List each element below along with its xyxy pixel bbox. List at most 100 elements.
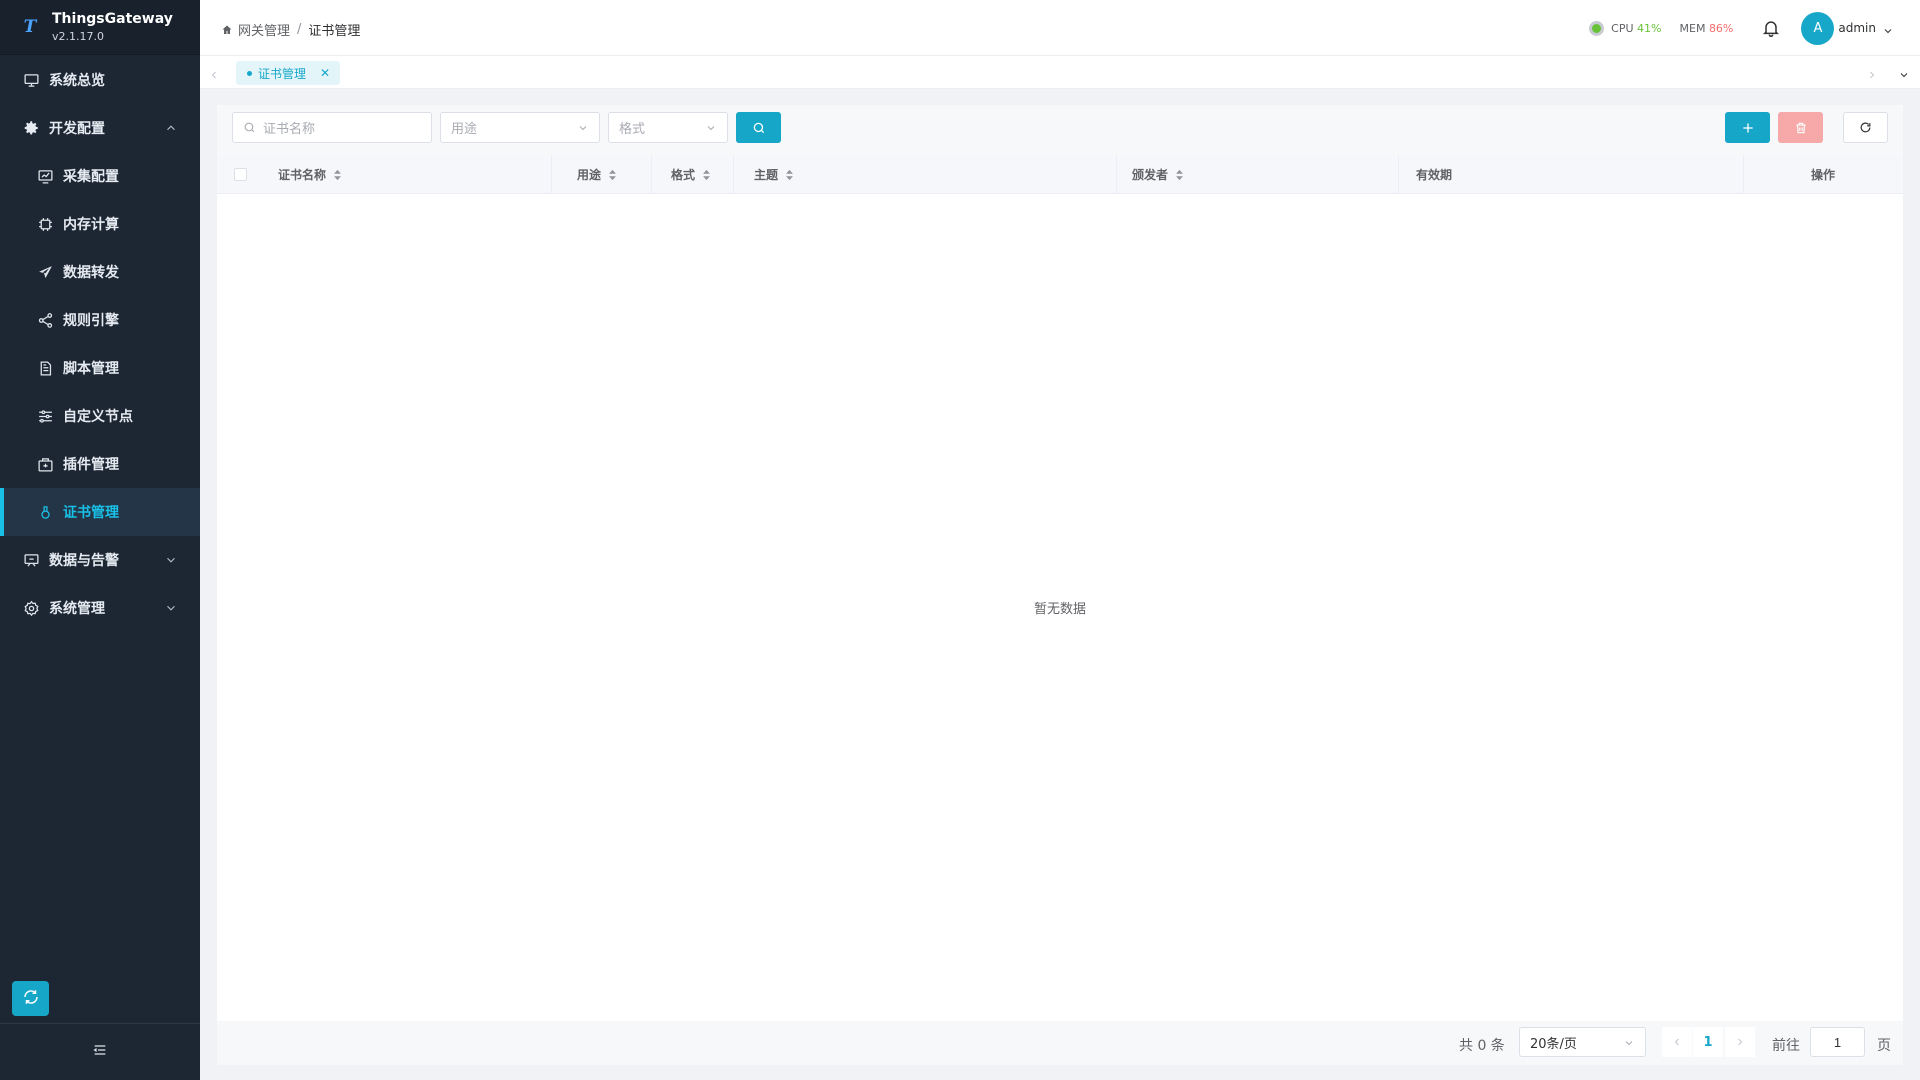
delete-button[interactable]	[1778, 112, 1823, 143]
sort-icon[interactable]	[333, 169, 342, 181]
format-placeholder: 格式	[619, 122, 646, 137]
cpu-label: CPU	[1611, 21, 1634, 35]
chevron-right-icon[interactable]	[1866, 66, 1878, 79]
logo-icon: T	[23, 17, 37, 37]
chevron-down-icon	[1623, 1037, 1635, 1049]
sidebar-item-label: 数据转发	[63, 265, 119, 281]
settings-icon	[22, 599, 40, 617]
trash-icon	[1794, 121, 1808, 135]
column-header-issuer[interactable]: 颁发者	[1132, 155, 1184, 194]
sort-icon[interactable]	[608, 169, 617, 181]
header-right: CPU 41% MEM 86% A admin	[1589, 0, 1920, 56]
column-header-name[interactable]: 证书名称	[278, 155, 342, 194]
format-select[interactable]: 格式	[608, 112, 728, 143]
goto-label: 前往	[1772, 1038, 1800, 1054]
avatar[interactable]: A	[1801, 11, 1835, 45]
prev-page-button[interactable]	[1662, 1027, 1692, 1057]
chart-icon	[36, 167, 54, 185]
sidebar: T ThingsGateway v2.1.17.0 系统总览 开发配置 采集配置…	[0, 0, 200, 1080]
search-input[interactable]: 证书名称	[232, 112, 432, 143]
column-divider	[1116, 155, 1117, 194]
close-icon[interactable]: ✕	[320, 66, 330, 80]
column-header-actions: 操作	[1811, 155, 1835, 194]
home-icon	[221, 24, 233, 36]
sort-icon[interactable]	[785, 169, 794, 181]
sidebar-item-certificate-manage[interactable]: 证书管理	[0, 488, 200, 536]
breadcrumb-separator: /	[297, 22, 302, 37]
mem-label: MEM	[1679, 21, 1706, 35]
chevron-right-icon	[1734, 1036, 1746, 1048]
sidebar-item-label: 系统总览	[49, 73, 105, 89]
app-version: v2.1.17.0	[52, 30, 104, 44]
column-label: 颁发者	[1132, 168, 1169, 182]
column-label: 用途	[577, 168, 602, 182]
column-label: 格式	[671, 168, 696, 182]
chevron-down-icon	[705, 122, 717, 134]
add-button[interactable]	[1725, 112, 1770, 143]
column-label: 有效期	[1416, 168, 1453, 182]
sort-icon[interactable]	[702, 169, 711, 181]
search-button[interactable]	[736, 112, 781, 143]
document-icon	[36, 359, 54, 377]
user-name[interactable]: admin	[1838, 21, 1876, 35]
column-divider	[733, 155, 734, 194]
sidebar-item-label: 脚本管理	[63, 361, 119, 377]
column-divider	[651, 155, 652, 194]
sidebar-item-data-alarm[interactable]: 数据与告警	[0, 536, 200, 584]
chip-icon	[36, 215, 54, 233]
refresh-button[interactable]	[1843, 112, 1888, 143]
sidebar-item-memory-compute[interactable]: 内存计算	[0, 200, 200, 248]
column-label: 操作	[1811, 168, 1836, 182]
chevron-down-icon[interactable]	[1898, 66, 1910, 78]
package-icon	[36, 455, 54, 473]
column-header-subject[interactable]: 主题	[754, 155, 794, 194]
chevron-left-icon	[1671, 1036, 1683, 1048]
page-number-current[interactable]: 1	[1693, 1027, 1723, 1057]
chevron-up-icon	[164, 121, 178, 135]
use-placeholder: 用途	[451, 122, 478, 137]
column-label: 证书名称	[278, 168, 327, 182]
sidebar-item-rule-engine[interactable]: 规则引擎	[0, 296, 200, 344]
use-select[interactable]: 用途	[440, 112, 600, 143]
sync-button[interactable]	[12, 981, 49, 1016]
next-page-button[interactable]	[1725, 1027, 1755, 1057]
column-header-use[interactable]: 用途	[577, 155, 617, 194]
bell-icon[interactable]	[1761, 18, 1781, 38]
page-size-select[interactable]: 20条/页	[1519, 1027, 1646, 1057]
breadcrumb: 网关管理 / 证书管理	[221, 20, 360, 39]
column-header-format[interactable]: 格式	[671, 155, 711, 194]
breadcrumb-item-gateway[interactable]: 网关管理	[238, 20, 290, 39]
certificate-icon	[36, 503, 54, 521]
search-icon	[752, 121, 766, 135]
sidebar-item-dev-config[interactable]: 开发配置	[0, 104, 200, 152]
breadcrumb-item-current: 证书管理	[308, 24, 361, 39]
collapse-sidebar-button[interactable]	[0, 1023, 200, 1080]
sidebar-item-collect-config[interactable]: 采集配置	[0, 152, 200, 200]
sidebar-item-system-manage[interactable]: 系统管理	[0, 584, 200, 632]
sidebar-item-custom-node[interactable]: 自定义节点	[0, 392, 200, 440]
sidebar-item-script-manage[interactable]: 脚本管理	[0, 344, 200, 392]
sidebar-item-label: 内存计算	[63, 217, 119, 233]
sidebar-item-data-forward[interactable]: 数据转发	[0, 248, 200, 296]
top-header: 网关管理 / 证书管理 CPU 41% MEM 86% A admin	[200, 0, 1920, 56]
goto-page-input[interactable]	[1810, 1027, 1865, 1057]
sidebar-item-label: 系统管理	[49, 601, 105, 617]
sidebar-item-label: 插件管理	[63, 457, 119, 473]
column-divider	[1398, 155, 1399, 194]
tab-certificate-manage[interactable]: 证书管理 ✕	[236, 61, 341, 85]
sidebar-item-label: 开发配置	[49, 121, 105, 137]
sidebar-item-plugin-manage[interactable]: 插件管理	[0, 440, 200, 488]
column-label: 主题	[754, 168, 779, 182]
sidebar-item-overview[interactable]: 系统总览	[0, 56, 200, 104]
sort-icon[interactable]	[1175, 169, 1184, 181]
column-divider	[1743, 155, 1744, 194]
page-size-value: 20条/页	[1530, 1036, 1577, 1052]
chevron-down-icon	[164, 601, 178, 615]
chevron-left-icon[interactable]	[208, 66, 220, 79]
column-divider	[551, 155, 552, 194]
sidebar-item-label: 规则引擎	[63, 313, 119, 329]
select-all-checkbox[interactable]	[234, 168, 247, 181]
send-icon	[36, 263, 54, 281]
chevron-down-icon[interactable]	[1882, 22, 1894, 34]
cpu-value: 41%	[1637, 21, 1662, 35]
